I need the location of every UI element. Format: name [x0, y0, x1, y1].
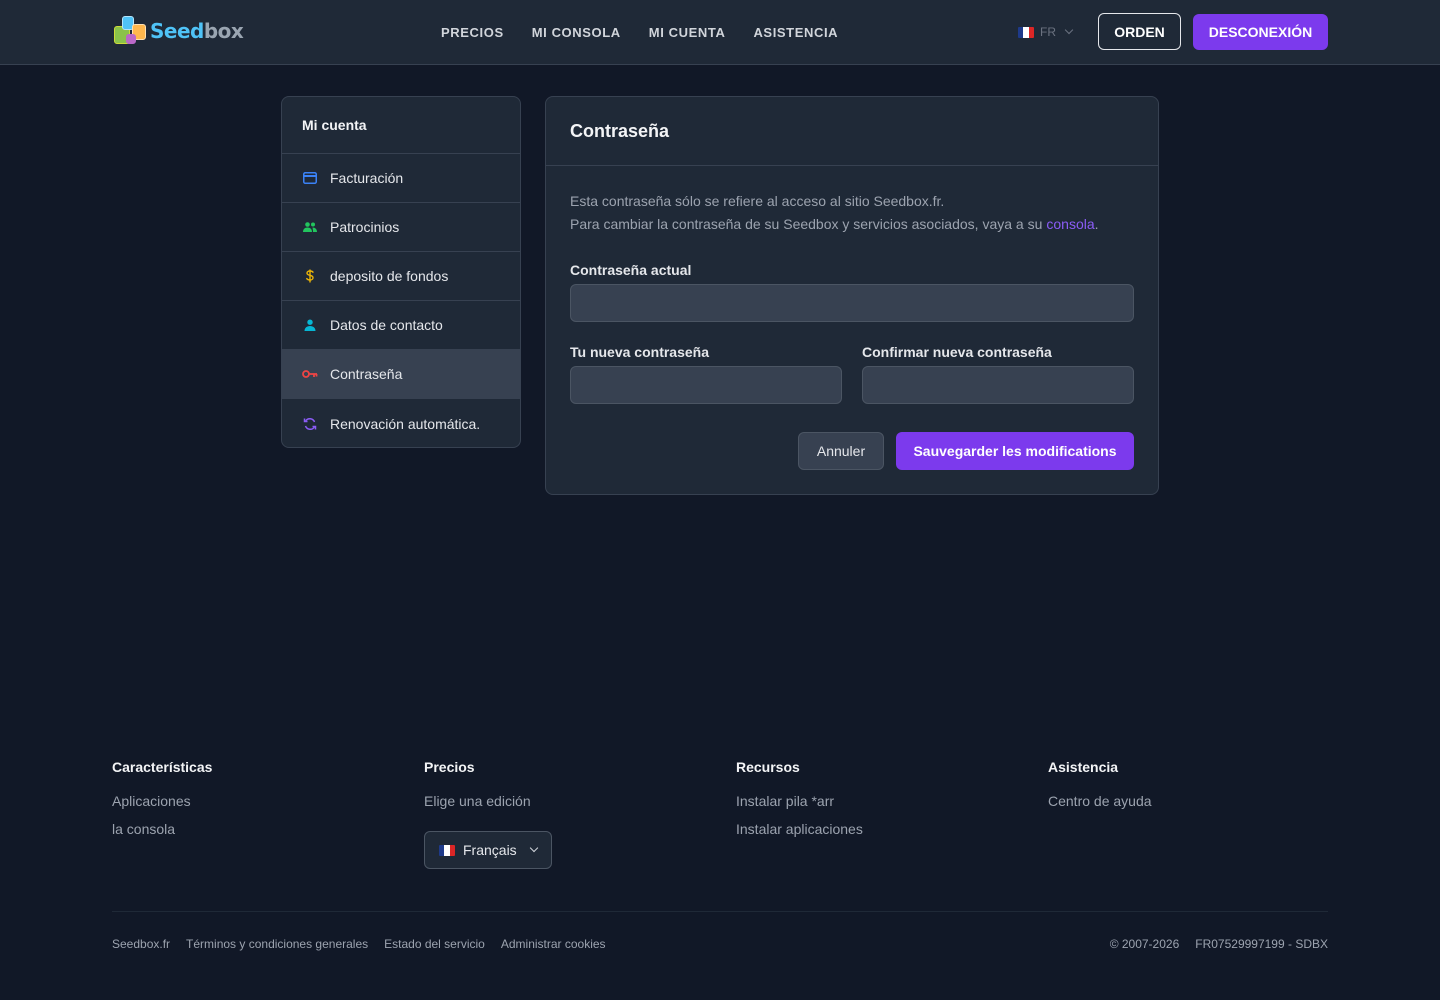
footer-legal: © 2007-2026 FR07529997199 - SDBX — [1110, 937, 1328, 951]
new-password-label: Tu nueva contraseña — [570, 344, 710, 360]
sidebar-item-facturacion[interactable]: Facturación — [282, 154, 520, 203]
description-line-1: Esta contraseña sólo se refiere al acces… — [570, 193, 945, 209]
footer-heading: Asistencia — [1048, 759, 1119, 775]
copyright-text: © 2007-2026 — [1109, 937, 1180, 951]
footer-link-estado[interactable]: Estado del servicio — [384, 937, 485, 951]
sidebar-item-deposito[interactable]: deposito de fondos — [282, 252, 520, 301]
main-nav: PRECIOS MI CONSOLA MI CUENTA ASISTENCIA — [441, 0, 838, 64]
company-id-text: FR07529997199 - SDBX — [1195, 937, 1328, 951]
footer-link-pila-arr[interactable]: Instalar pila *arr — [736, 793, 863, 821]
description-line-2: Para cambiar la contraseña de su Seedbox… — [570, 216, 1099, 232]
footer-col-precios: Precios Elige una edición Français — [424, 759, 552, 869]
nav-precios[interactable]: PRECIOS — [441, 25, 504, 40]
sidebar-item-label: Patrocinios — [330, 219, 400, 235]
nav-mi-cuenta[interactable]: MI CUENTA — [649, 25, 726, 40]
account-sidebar: Mi cuenta Facturación Patrocinios deposi… — [281, 96, 521, 448]
chevron-down-icon — [1064, 25, 1074, 35]
console-link[interactable]: consola — [1046, 216, 1094, 232]
footer-col-recursos: Recursos Instalar pila *arr Instalar apl… — [736, 759, 863, 849]
credit-card-icon — [302, 170, 318, 186]
footer-language-label: Français — [463, 842, 517, 858]
nav-asistencia[interactable]: ASISTENCIA — [753, 25, 838, 40]
footer-language-select[interactable]: Français — [424, 831, 552, 869]
sidebar-item-label: Renovación automática. — [330, 415, 481, 432]
seedbox-logo[interactable]: Seedbox — [112, 14, 246, 48]
logout-button[interactable]: DESCONEXIÓN — [1193, 14, 1328, 50]
footer-link-instalar-aplicaciones[interactable]: Instalar aplicaciones — [736, 821, 863, 849]
refresh-icon — [302, 416, 318, 432]
footer-heading: Precios — [424, 759, 475, 775]
current-password-input[interactable] — [570, 284, 1134, 322]
card-title: Contraseña — [546, 97, 1158, 166]
password-description: Esta contraseña sólo se refiere al acces… — [570, 190, 1136, 236]
footer-col-asistencia: Asistencia Centro de ayuda — [1048, 759, 1152, 821]
confirm-password-input[interactable] — [862, 366, 1134, 404]
cancel-button[interactable]: Annuler — [798, 432, 884, 470]
password-card: Contraseña Esta contraseña sólo se refie… — [545, 96, 1159, 495]
logo-cubes-icon — [112, 14, 148, 48]
footer-col-caracteristicas: Características Aplicaciones la consola — [112, 759, 212, 849]
language-selector[interactable]: FR — [1018, 24, 1074, 40]
footer-bottom-links: Seedbox.fr Términos y condiciones genera… — [112, 937, 606, 951]
footer-link-edicion[interactable]: Elige una edición — [424, 793, 552, 821]
footer-divider — [112, 911, 1328, 912]
sidebar-item-contrasena[interactable]: Contraseña — [282, 350, 520, 399]
footer-link-terminos[interactable]: Términos y condiciones generales — [186, 937, 368, 951]
new-password-input[interactable] — [570, 366, 842, 404]
chevron-down-icon — [529, 843, 538, 853]
sidebar-item-datos-contacto[interactable]: Datos de contacto — [282, 301, 520, 350]
sidebar-item-patrocinios[interactable]: Patrocinios — [282, 203, 520, 252]
order-button[interactable]: ORDEN — [1098, 13, 1181, 50]
footer-link-consola[interactable]: la consola — [112, 821, 212, 849]
footer-link-cookies[interactable]: Administrar cookies — [501, 937, 606, 951]
nav-mi-consola[interactable]: MI CONSOLA — [532, 25, 621, 40]
french-flag-icon — [1018, 26, 1034, 38]
sidebar-item-label: Facturación — [330, 170, 404, 186]
key-icon — [302, 366, 318, 382]
language-code: FR — [1040, 25, 1056, 39]
sidebar-item-label: Contraseña — [330, 366, 403, 382]
footer-link-aplicaciones[interactable]: Aplicaciones — [112, 793, 212, 821]
save-button[interactable]: Sauvegarder les modifications — [896, 432, 1134, 470]
logo-text: Seedbox — [150, 19, 244, 43]
users-icon — [302, 219, 318, 235]
top-header: Seedbox PRECIOS MI CONSOLA MI CUENTA ASI… — [0, 0, 1440, 65]
sidebar-item-label: deposito de fondos — [330, 268, 449, 284]
sidebar-item-label: Datos de contacto — [330, 317, 443, 333]
user-icon — [302, 317, 318, 333]
confirm-password-label: Confirmar nueva contraseña — [862, 344, 1052, 360]
footer-heading: Recursos — [736, 759, 800, 775]
footer-link-centro-ayuda[interactable]: Centro de ayuda — [1048, 793, 1152, 821]
footer-link-seedbox[interactable]: Seedbox.fr — [112, 937, 170, 951]
footer-heading: Características — [112, 759, 213, 775]
current-password-label: Contraseña actual — [570, 262, 692, 278]
sidebar-item-renovacion[interactable]: Renovación automática. — [282, 399, 520, 447]
sidebar-title: Mi cuenta — [282, 97, 520, 154]
french-flag-icon — [439, 844, 455, 856]
dollar-icon — [302, 268, 318, 284]
